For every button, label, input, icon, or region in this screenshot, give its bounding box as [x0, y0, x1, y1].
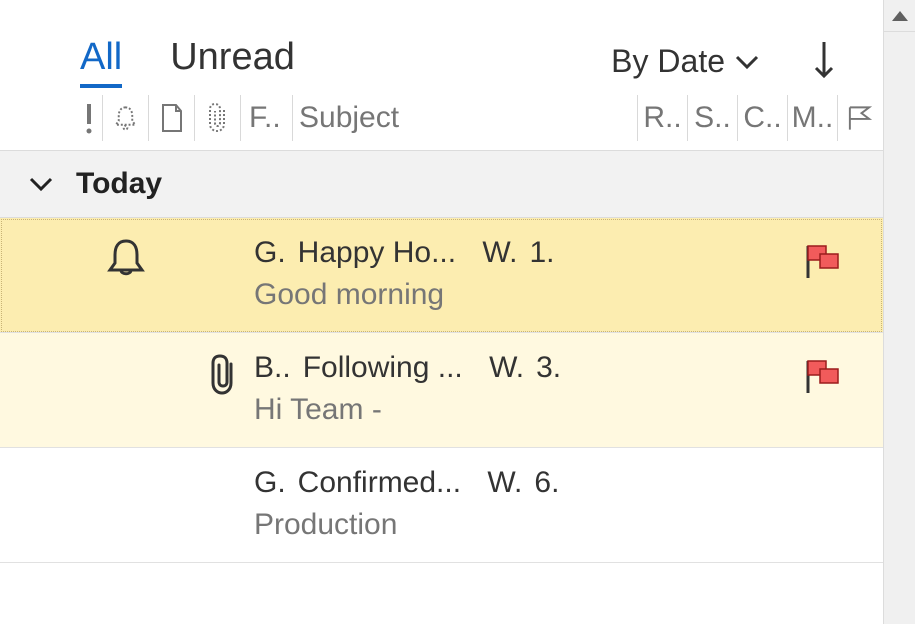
sort-by-date-dropdown[interactable]: By Date	[611, 43, 759, 88]
page-icon	[159, 103, 185, 133]
tab-all[interactable]: All	[80, 38, 122, 88]
vertical-scrollbar[interactable]	[883, 0, 915, 624]
sort-direction-button[interactable]	[807, 40, 855, 88]
attachment-cell	[192, 351, 254, 402]
from-text: B..	[254, 351, 291, 385]
message-body: G. Confirmed... W. 6. Production	[254, 466, 781, 542]
flag-outline-icon	[846, 104, 875, 132]
received-text: W.	[479, 466, 522, 500]
paperclip-icon	[208, 353, 238, 402]
flag-cell[interactable]	[781, 466, 861, 470]
reminder-cell	[22, 236, 192, 287]
from-text: G.	[254, 466, 286, 500]
attachment-cell	[192, 466, 254, 468]
subject-text: Following ...	[303, 351, 463, 385]
subject-text: Happy Ho...	[298, 236, 456, 270]
preview-text: Production	[254, 508, 781, 542]
subject-text: Confirmed...	[298, 466, 461, 500]
flag-cell[interactable]	[781, 236, 861, 280]
tab-unread[interactable]: Unread	[170, 38, 295, 88]
sort-label: By Date	[611, 43, 725, 80]
message-row[interactable]: B.. Following ... W. 3. Hi Team -	[0, 333, 883, 448]
col-reminder[interactable]	[102, 95, 148, 141]
scroll-up-button[interactable]	[884, 0, 915, 32]
flag-cell[interactable]	[781, 351, 861, 395]
mail-list-pane: All Unread By Date	[0, 0, 915, 624]
flag-icon	[798, 240, 844, 280]
col-item-type[interactable]	[148, 95, 194, 141]
col-subject[interactable]: Subject	[292, 95, 637, 141]
bell-icon	[111, 103, 140, 133]
col-flag[interactable]	[837, 95, 883, 141]
size-text: 3.	[536, 351, 561, 385]
received-text: W.	[481, 351, 524, 385]
chevron-down-icon	[28, 175, 54, 193]
from-text: G.	[254, 236, 286, 270]
col-received[interactable]: R..	[637, 95, 687, 141]
received-text: W.	[474, 236, 517, 270]
message-row[interactable]: G. Happy Ho... W. 1. Good morning	[0, 218, 883, 333]
col-from[interactable]: F..	[240, 95, 292, 141]
size-text: 1.	[529, 236, 554, 270]
col-size[interactable]: S..	[687, 95, 737, 141]
group-label: Today	[76, 167, 162, 201]
message-row[interactable]: G. Confirmed... W. 6. Production	[0, 448, 883, 563]
preview-text: Good morning	[254, 278, 781, 312]
arrow-down-icon	[813, 40, 835, 80]
filter-tabs-row: All Unread By Date	[0, 0, 883, 88]
size-text: 6.	[534, 466, 559, 500]
bell-icon	[104, 236, 148, 287]
column-headers: F.. Subject R.. S.. C.. M..	[0, 94, 883, 150]
attachment-cell	[192, 236, 254, 238]
flag-icon	[798, 355, 844, 395]
importance-icon	[84, 102, 94, 134]
paperclip-icon	[206, 102, 230, 134]
col-importance[interactable]	[76, 95, 102, 141]
triangle-up-icon	[891, 10, 909, 22]
preview-text: Hi Team -	[254, 393, 781, 427]
message-body: G. Happy Ho... W. 1. Good morning	[254, 236, 781, 312]
col-attachment[interactable]	[194, 95, 240, 141]
list-pane: All Unread By Date	[0, 0, 883, 624]
chevron-down-icon	[735, 54, 759, 70]
message-body: B.. Following ... W. 3. Hi Team -	[254, 351, 781, 427]
col-categories[interactable]: C..	[737, 95, 787, 141]
message-list: G. Happy Ho... W. 1. Good morning B.. Fo…	[0, 218, 883, 563]
group-header-today[interactable]: Today	[0, 150, 883, 218]
col-mention[interactable]: M..	[787, 95, 837, 141]
